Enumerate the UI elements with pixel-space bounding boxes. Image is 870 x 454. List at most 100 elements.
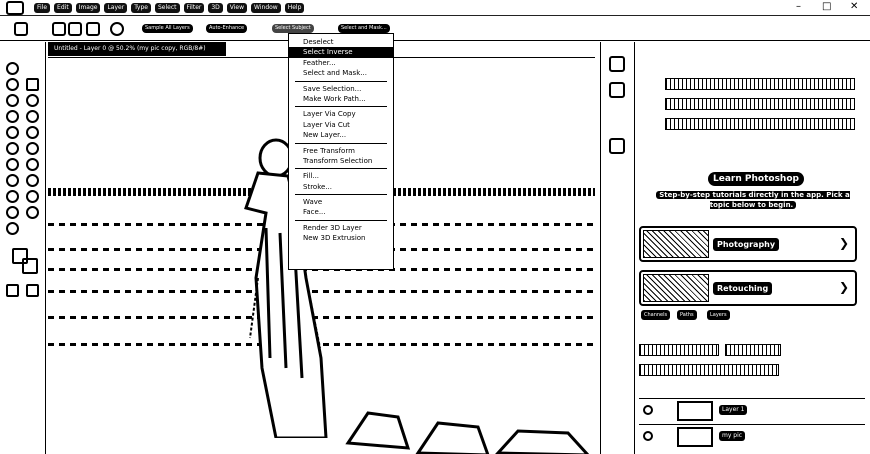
properties-panel-icon[interactable] [609,82,625,98]
tools-panel [0,42,46,454]
learn-card-photography[interactable]: Photography ❯ [639,226,857,262]
menu-select-and-mask[interactable]: Select and Mask... [289,68,393,78]
close-button[interactable]: ✕ [850,1,858,13]
new-selection-icon[interactable] [52,22,66,36]
swatches-row[interactable] [665,78,855,90]
history-panel-icon[interactable] [609,56,625,72]
menu-new-3d-extrusion[interactable]: New 3D Extrusion [289,233,393,243]
menu-new-layer[interactable]: New Layer... [289,130,393,140]
healing-brush-tool-icon[interactable] [26,110,39,123]
menu-window[interactable]: Window [251,2,281,13]
menu-layer[interactable]: Layer [104,2,128,13]
layer-row[interactable]: my pic [639,424,865,448]
quick-selection-tool-icon[interactable] [26,78,39,91]
subtract-selection-icon[interactable] [86,22,100,36]
crop-tool-icon[interactable] [26,94,39,107]
tab-paths[interactable]: Paths [677,310,697,320]
menu-layer-via-copy[interactable]: Layer Via Copy [289,109,393,119]
shape-tool-icon[interactable] [26,190,39,203]
lasso-tool-icon[interactable] [6,94,19,107]
context-menu: Deselect Select Inverse Feather... Selec… [288,33,394,270]
marquee-tool-icon[interactable] [6,78,19,91]
learn-card-retouching[interactable]: Retouching ❯ [639,270,857,306]
menu-type[interactable]: Type [131,2,151,13]
path-selection-tool-icon[interactable] [6,190,19,203]
blend-mode-select[interactable] [639,344,719,356]
stamp-tool-icon[interactable] [6,126,19,139]
menu-separator [295,219,387,221]
sample-all-layers-checkbox[interactable]: Sample All Layers [142,24,193,33]
card-thumbnail [643,230,709,258]
swatches-row[interactable] [665,98,855,110]
menu-stroke[interactable]: Stroke... [289,182,393,192]
layer-row[interactable]: Layer 1 [639,398,865,422]
type-tool-icon[interactable] [26,174,39,187]
swatches-row[interactable] [665,118,855,130]
layer-name: my pic [719,431,746,441]
menu-view[interactable]: View [226,2,248,13]
menu-feather[interactable]: Feather... [289,58,393,68]
dodge-tool-icon[interactable] [26,158,39,171]
eye-icon[interactable] [643,405,653,415]
menu-separator [295,194,387,196]
select-and-mask-button[interactable]: Select and Mask... [338,24,390,33]
menu-select-inverse[interactable]: Select Inverse [289,47,393,58]
menu-edit[interactable]: Edit [54,2,72,13]
menu-select[interactable]: Select [154,2,180,13]
menu-help[interactable]: Help [284,2,305,13]
document-tab[interactable]: Untitled - Layer 0 @ 50.2% (my pic copy,… [48,42,226,56]
opacity-field[interactable] [725,344,781,356]
card-label: Photography [713,238,780,251]
menu-wave[interactable]: Wave [289,197,393,207]
pen-tool-icon[interactable] [6,174,19,187]
hand-tool-icon[interactable] [6,206,19,219]
more-tools-icon[interactable] [6,222,19,235]
gradient-tool-icon[interactable] [26,142,39,155]
brush-tool-icon[interactable] [14,22,28,36]
menu-face[interactable]: Face... [289,207,393,217]
eraser-tool-icon[interactable] [6,142,19,155]
auto-enhance-checkbox[interactable]: Auto-Enhance [206,24,248,33]
screen-mode-icon[interactable] [26,284,39,297]
photoshop-logo-icon [6,0,24,15]
menu-fill[interactable]: Fill... [289,171,393,181]
menu-deselect[interactable]: Deselect [289,37,393,47]
panel-icon-column [600,42,632,454]
move-tool-icon[interactable] [6,62,19,75]
layer-name: Layer 1 [719,405,748,415]
card-label: Retouching [713,282,773,295]
menu-file[interactable]: File [34,2,51,13]
menu-3d[interactable]: 3D [208,2,223,13]
brush-icon[interactable] [26,126,39,139]
add-selection-icon[interactable] [68,22,82,36]
background-color-swatch[interactable] [22,258,38,274]
menu-save-selection[interactable]: Save Selection... [289,84,393,94]
maximize-button[interactable]: □ [822,1,831,13]
menu-render-3d-layer[interactable]: Render 3D Layer [289,223,393,233]
menu-layer-via-cut[interactable]: Layer Via Cut [289,120,393,130]
eye-icon[interactable] [643,431,653,441]
learn-panel-icon[interactable] [609,138,625,154]
layer-thumbnail [677,427,713,447]
zoom-tool-icon[interactable] [26,206,39,219]
menu-free-transform[interactable]: Free Transform [289,146,393,156]
right-panels: Learn Photoshop Step-by-step tutorials d… [634,42,870,454]
layer-thumbnail [677,401,713,421]
tab-layers[interactable]: Layers [707,310,730,320]
minimize-button[interactable]: – [796,1,801,13]
blur-tool-icon[interactable] [6,158,19,171]
menu-transform-selection[interactable]: Transform Selection [289,156,393,166]
brush-size-icon[interactable] [110,22,124,36]
select-subject-button[interactable]: Select Subject [272,24,314,33]
card-thumbnail [643,274,709,302]
tab-channels[interactable]: Channels [641,310,671,320]
rocks [345,411,590,454]
lock-controls[interactable] [639,364,779,376]
quick-mask-icon[interactable] [6,284,19,297]
menu-separator [295,106,387,108]
menu-make-work-path[interactable]: Make Work Path... [289,94,393,104]
learn-title: Learn Photoshop [708,172,804,186]
menu-image[interactable]: Image [75,2,101,13]
eyedropper-tool-icon[interactable] [6,110,19,123]
menu-filter[interactable]: Filter [183,2,205,13]
